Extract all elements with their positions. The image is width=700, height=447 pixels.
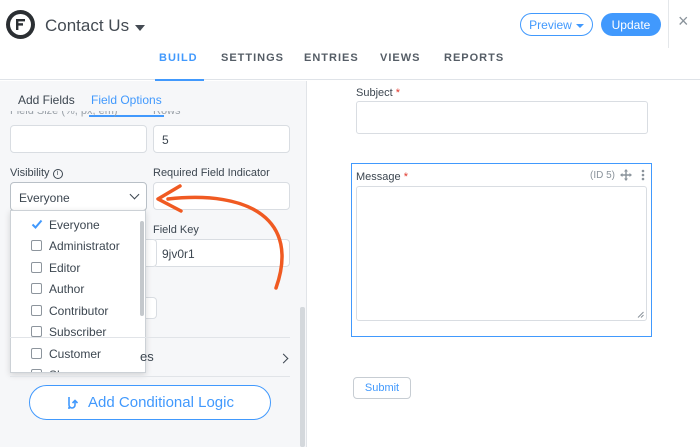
field-size-input[interactable]	[10, 125, 147, 153]
tab-entries[interactable]: ENTRIES	[304, 52, 359, 80]
checkbox-icon[interactable]	[31, 326, 42, 337]
section-divider	[10, 376, 290, 377]
subject-label-row: Subject *	[356, 87, 400, 99]
tab-add-fields[interactable]: Add Fields	[18, 93, 75, 107]
checkbox-icon[interactable]	[31, 369, 42, 372]
field-key-label: Field Key	[153, 224, 199, 236]
checkbox-checked-icon[interactable]	[31, 219, 43, 230]
chevron-down-icon	[129, 189, 140, 200]
visibility-option-partial[interactable]: Sh	[11, 365, 139, 372]
tab-build[interactable]: BUILD	[155, 52, 204, 81]
tab-settings[interactable]: SETTINGS	[221, 52, 284, 80]
visibility-option-everyone[interactable]: Everyone	[11, 215, 139, 236]
conditional-logic-label: Add Conditional Logic	[88, 394, 234, 411]
add-conditional-logic-button[interactable]: Add Conditional Logic	[29, 385, 271, 420]
more-vertical-icon[interactable]	[641, 169, 645, 181]
sidebar-scrollbar[interactable]	[300, 307, 305, 447]
option-label: Contributor	[49, 304, 109, 318]
visibility-option-contributor[interactable]: Contributor	[11, 301, 139, 322]
required-mark: *	[395, 87, 401, 99]
visibility-dropdown-list: Everyone Administrator Editor Author Con…	[10, 210, 146, 373]
resize-handle-icon[interactable]	[637, 311, 644, 318]
option-label: Sh	[49, 368, 64, 372]
caret-down-icon	[575, 23, 584, 28]
tab-views[interactable]: VIEWS	[380, 52, 420, 80]
close-icon[interactable]: ×	[678, 12, 689, 30]
message-field-block[interactable]: Message * (ID 5)	[351, 163, 652, 337]
tab-reports[interactable]: REPORTS	[444, 52, 504, 80]
move-icon[interactable]	[620, 169, 632, 181]
field-id-label: (ID 5)	[590, 170, 615, 181]
checkbox-icon[interactable]	[31, 262, 42, 273]
dropdown-scrollbar[interactable]	[140, 221, 144, 316]
section-partial-label: es	[140, 349, 154, 364]
form-canvas: Subject * Message * (ID 5) Submit	[308, 81, 700, 447]
chevron-right-icon[interactable]	[278, 353, 289, 364]
required-indicator-label: Required Field Indicator	[153, 167, 270, 179]
message-label-row: Message *	[356, 171, 408, 183]
option-label: Editor	[49, 261, 81, 275]
section-divider	[10, 337, 290, 338]
field-options-sidebar: Add Fields Field Options Field Size (%, …	[0, 81, 307, 447]
header-divider	[668, 0, 669, 48]
visibility-select[interactable]: Everyone	[10, 182, 147, 211]
visibility-option-editor[interactable]: Editor	[11, 258, 139, 279]
visibility-option-subscriber[interactable]: Subscriber	[11, 322, 139, 343]
option-label: Customer	[49, 347, 102, 361]
main-tabs: BUILD SETTINGS ENTRIES VIEWS REPORTS	[0, 52, 700, 81]
option-label: Everyone	[49, 218, 100, 232]
rows-input[interactable]: 5	[153, 125, 290, 153]
preview-label: Preview	[529, 17, 572, 32]
visibility-label: Visibility	[10, 167, 50, 179]
required-mark: *	[403, 171, 408, 183]
form-title-dropdown[interactable]: Contact Us	[45, 16, 146, 36]
formidable-logo-icon[interactable]	[6, 10, 35, 39]
caret-down-icon	[135, 24, 146, 31]
message-textarea[interactable]	[356, 186, 647, 321]
app-header: Contact Us Preview Update × BUILD SETTIN…	[0, 0, 700, 81]
option-label: Author	[49, 282, 85, 296]
submit-button[interactable]: Submit	[353, 377, 411, 399]
tab-field-options[interactable]: Field Options	[89, 93, 164, 117]
visibility-option-customer[interactable]: Customer	[11, 344, 139, 365]
visibility-label-row: Visibility i	[10, 167, 63, 179]
checkbox-icon[interactable]	[31, 240, 42, 251]
required-indicator-input[interactable]	[153, 182, 290, 210]
update-button[interactable]: Update	[601, 13, 661, 36]
info-icon[interactable]: i	[52, 169, 63, 179]
preview-button[interactable]: Preview	[520, 13, 593, 36]
subject-input[interactable]	[356, 101, 648, 134]
checkbox-icon[interactable]	[31, 305, 42, 316]
conditional-logic-icon	[68, 396, 79, 409]
subject-label: Subject	[356, 87, 393, 99]
visibility-selected-value: Everyone	[19, 191, 70, 205]
checkbox-icon[interactable]	[31, 283, 42, 294]
rows-label-cut: Rows	[153, 111, 181, 117]
field-size-label-cut: Field Size (%, px, em)	[10, 111, 118, 117]
message-label: Message	[356, 171, 401, 183]
option-label: Administrator	[49, 239, 120, 253]
visibility-option-administrator[interactable]: Administrator	[11, 236, 139, 257]
form-title: Contact Us	[45, 16, 130, 35]
field-key-input[interactable]: 9jv0r1	[153, 239, 290, 267]
checkbox-icon[interactable]	[31, 348, 42, 359]
visibility-option-author[interactable]: Author	[11, 279, 139, 300]
